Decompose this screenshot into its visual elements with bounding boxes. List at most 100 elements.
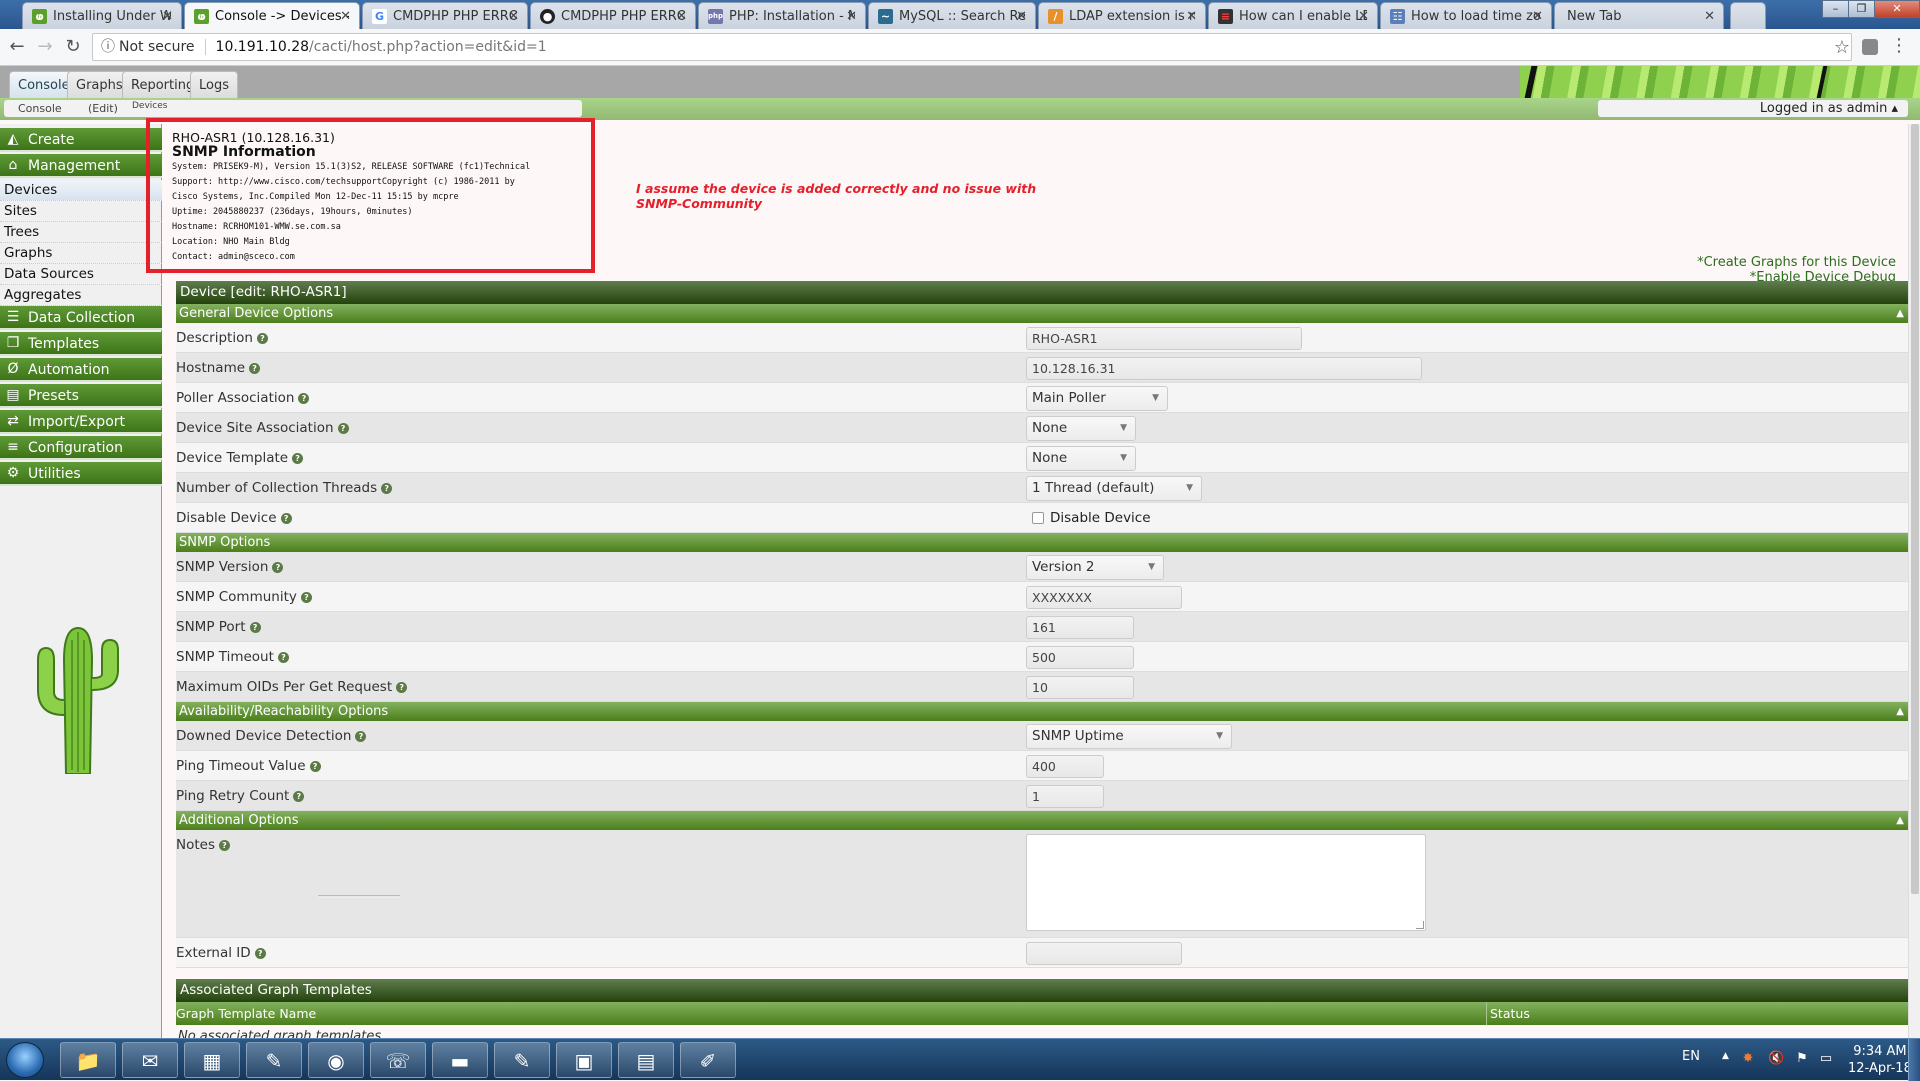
tab-logs[interactable]: Logs (190, 71, 238, 98)
page-scrollbar[interactable] (1908, 124, 1920, 1038)
column-status[interactable]: Status (1486, 1002, 1530, 1025)
extension-icon[interactable] (1862, 39, 1878, 55)
app-icon[interactable]: ▦ (184, 1042, 240, 1078)
forward-icon[interactable]: → (34, 36, 56, 57)
action-center-flag-icon[interactable]: ⚑ (1794, 1051, 1810, 1067)
communicator-icon[interactable]: ☏ (370, 1042, 426, 1078)
help-icon[interactable]: ? (381, 483, 393, 494)
browser-tab[interactable]: / LDAP extension is no ✕ (1038, 2, 1206, 29)
collapse-icon[interactable]: ▲ (1896, 702, 1904, 721)
show-desktop-button[interactable] (1908, 1039, 1920, 1081)
sidebar-section-data-collection[interactable]: ☰ Data Collection (0, 306, 162, 330)
section-general-device-options[interactable]: General Device Options ▲ (176, 304, 1908, 323)
browser-tab[interactable]: ● CMDPHP PHP ERROR ✕ (530, 2, 696, 29)
splitter-handle[interactable] (318, 895, 400, 898)
disable-device-checkbox-label[interactable]: Disable Device (1050, 503, 1151, 533)
breadcrumb-devices[interactable]: Devices (132, 98, 167, 115)
description-input[interactable]: RHO-ASR1 (1026, 327, 1302, 350)
clock[interactable]: 9:34 AM 12-Apr-18 (1848, 1043, 1912, 1077)
help-icon[interactable]: ? (355, 731, 367, 742)
help-icon[interactable]: ? (249, 363, 261, 374)
browser-tab[interactable]: php PHP: Installation - Ma ✕ (698, 2, 866, 29)
sidebar-section-configuration[interactable]: ≡ Configuration (0, 436, 162, 460)
language-indicator[interactable]: EN (1682, 1049, 1700, 1064)
sidebar-section-create[interactable]: ◭ Create (0, 128, 162, 152)
browser-tab[interactable]: ~ MySQL :: Search Resu ✕ (868, 2, 1036, 29)
help-icon[interactable]: ? (309, 761, 321, 772)
sidebar-section-automation[interactable]: Ø Automation (0, 358, 162, 382)
collapse-icon[interactable]: ▲ (1896, 304, 1904, 323)
chrome-icon[interactable]: ◉ (308, 1042, 364, 1078)
browser-menu-icon[interactable]: ⋮ (1890, 35, 1908, 56)
sidebar-item-trees[interactable]: Trees (0, 222, 162, 243)
external-id-input[interactable] (1026, 942, 1182, 965)
max-oids-input[interactable]: 10 (1026, 676, 1134, 699)
cmd-icon[interactable]: ▬ (432, 1042, 488, 1078)
help-icon[interactable]: ? (337, 423, 349, 434)
close-tab-icon[interactable]: ✕ (1704, 3, 1715, 29)
close-tab-icon[interactable]: ✕ (340, 3, 351, 29)
start-button[interactable] (6, 1042, 44, 1078)
sidebar-section-utilities[interactable]: ⚙ Utilities (0, 462, 162, 486)
browser-tab[interactable]: G CMDPHP PHP ERROR ✕ (362, 2, 528, 29)
poller-select[interactable]: Main Poller ▼ (1026, 386, 1168, 411)
help-icon[interactable]: ? (249, 622, 261, 633)
close-tab-icon[interactable]: ✕ (846, 3, 857, 29)
new-tab-button[interactable] (1730, 2, 1766, 29)
site-select[interactable]: None ▼ (1026, 416, 1136, 441)
help-icon[interactable]: ? (277, 652, 289, 663)
outlook-icon[interactable]: ✉ (122, 1042, 178, 1078)
volume-muted-icon[interactable]: 🔇 (1768, 1051, 1784, 1067)
section-snmp-options[interactable]: SNMP Options (176, 533, 1908, 552)
close-tab-icon[interactable]: ✕ (1016, 3, 1027, 29)
close-tab-icon[interactable]: ✕ (1186, 3, 1197, 29)
explorer-icon[interactable]: 📁 (60, 1042, 116, 1078)
browser-tab-active[interactable]: ⱷ Console -> Devices - ✕ (184, 2, 360, 29)
browser-tab[interactable]: ⱷ Installing Under Win ✕ (22, 2, 182, 29)
downed-detection-select[interactable]: SNMP Uptime ▼ (1026, 724, 1232, 749)
threads-select[interactable]: 1 Thread (default) ▼ (1026, 476, 1202, 501)
close-tab-icon[interactable]: ✕ (162, 3, 173, 29)
bookmark-star-icon[interactable]: ☆ (1834, 37, 1850, 58)
close-tab-icon[interactable]: ✕ (1532, 3, 1543, 29)
browser-tab[interactable]: ☷ How to load time zo ✕ (1380, 2, 1552, 29)
help-icon[interactable]: ? (396, 682, 408, 693)
help-icon[interactable]: ? (256, 333, 268, 344)
avast-icon[interactable]: ✸ (1740, 1051, 1756, 1067)
sidebar-item-devices[interactable]: Devices (0, 180, 162, 201)
sidebar-section-presets[interactable]: ▤ Presets (0, 384, 162, 408)
window-close-button[interactable]: ✕ (1874, 0, 1920, 18)
help-icon[interactable]: ? (254, 948, 266, 959)
paint-icon[interactable]: ✐ (680, 1042, 736, 1078)
snmp-community-input[interactable]: XXXXXXX (1026, 586, 1182, 609)
close-tab-icon[interactable]: ✕ (508, 3, 519, 29)
minimize-button[interactable]: – (1822, 0, 1849, 18)
restore-button[interactable]: ❐ (1848, 0, 1875, 18)
collapse-icon[interactable]: ▲ (1896, 811, 1904, 830)
hostname-input[interactable]: 10.128.16.31 (1026, 357, 1422, 380)
sidebar-section-templates[interactable]: ❐ Templates (0, 332, 162, 356)
sidebar-item-graphs[interactable]: Graphs (0, 243, 162, 264)
sidebar-section-import-export[interactable]: ⇄ Import/Export (0, 410, 162, 434)
disable-device-checkbox[interactable] (1032, 512, 1044, 524)
close-tab-icon[interactable]: ✕ (676, 3, 687, 29)
ping-timeout-input[interactable]: 400 (1026, 755, 1104, 778)
help-icon[interactable]: ? (298, 393, 310, 404)
network-icon[interactable]: ▭ (1818, 1051, 1834, 1067)
scrollbar-thumb[interactable] (1911, 124, 1919, 894)
device-template-select[interactable]: None ▼ (1026, 446, 1136, 471)
info-icon[interactable]: ⓘ (101, 39, 115, 55)
help-icon[interactable]: ? (219, 840, 230, 851)
reload-icon[interactable]: ↻ (62, 36, 84, 57)
snmp-timeout-input[interactable]: 500 (1026, 646, 1134, 669)
snmp-port-input[interactable]: 161 (1026, 616, 1134, 639)
sidebar-item-aggregates[interactable]: Aggregates (0, 285, 162, 306)
resize-grip-icon[interactable] (1416, 921, 1424, 929)
column-graph-template-name[interactable]: Graph Template Name (176, 1006, 316, 1021)
breadcrumb-console[interactable]: Console (10, 100, 70, 117)
browser-tab[interactable]: New Tab ✕ (1554, 2, 1724, 29)
help-icon[interactable]: ? (272, 562, 284, 573)
create-graphs-link[interactable]: *Create Graphs for this Device (1697, 255, 1896, 271)
show-hidden-icons[interactable]: ▲ (1722, 1051, 1729, 1061)
remote-desktop-icon[interactable]: ▣ (556, 1042, 612, 1078)
